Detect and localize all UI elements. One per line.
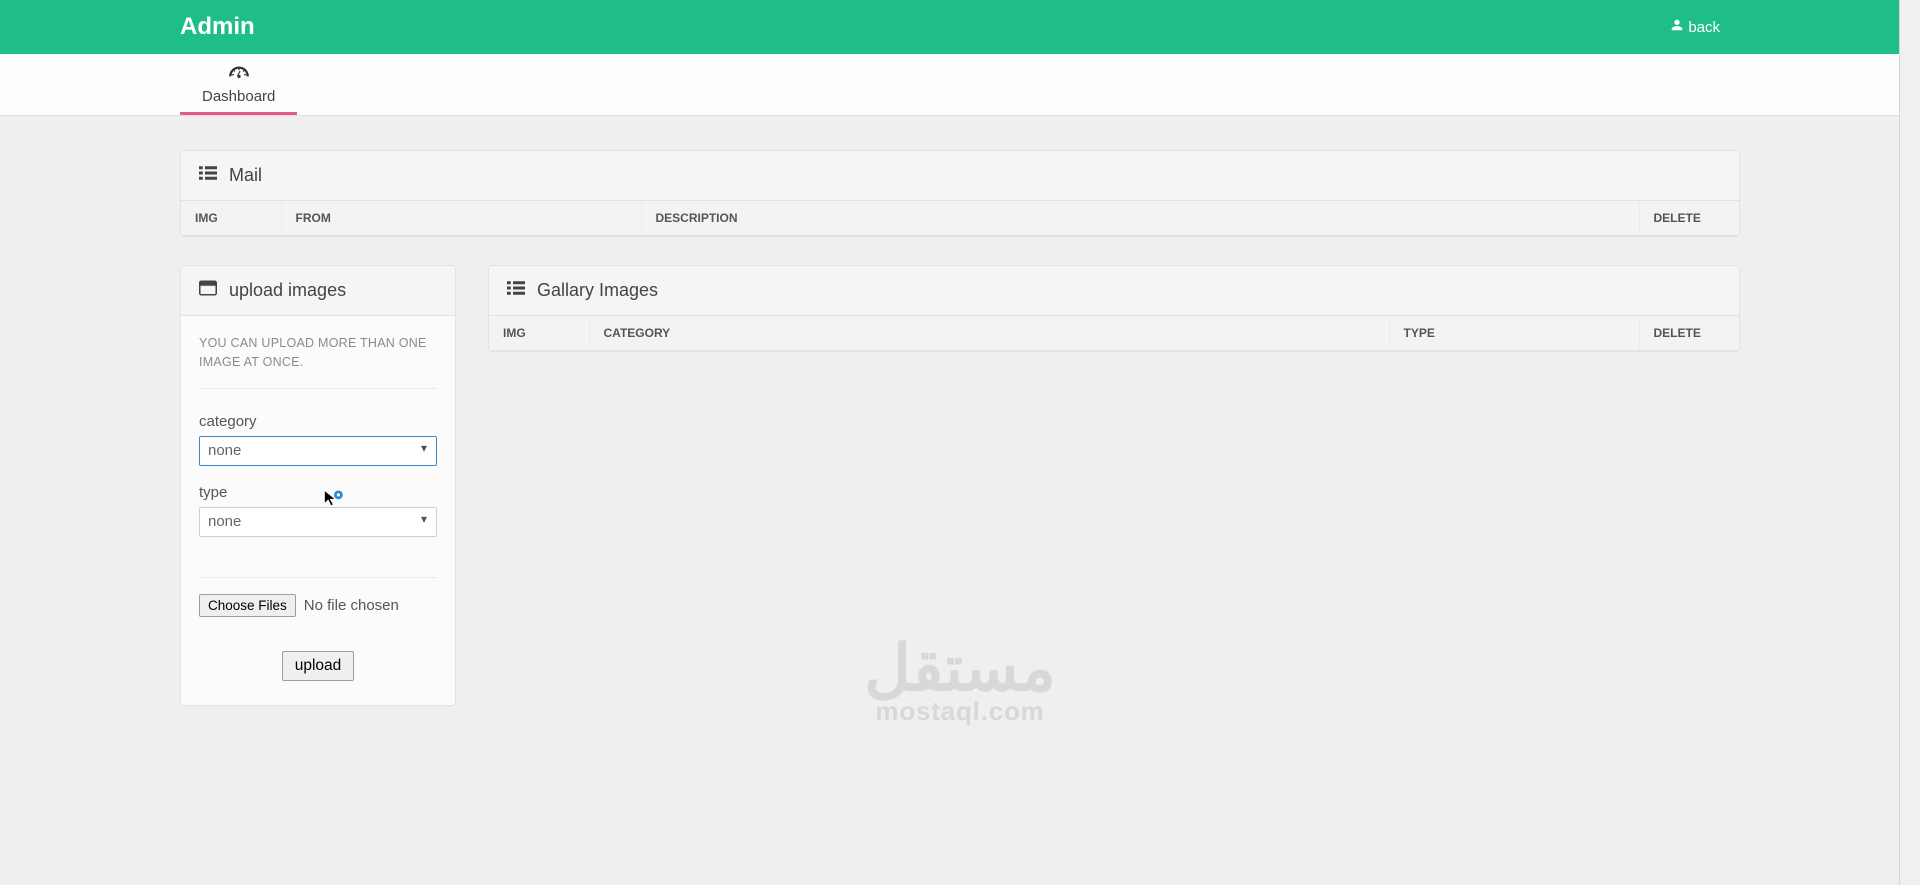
file-status-text: No file chosen bbox=[304, 597, 399, 614]
upload-panel: upload images YOU CAN UPLOAD MORE THAN O… bbox=[180, 265, 456, 706]
topbar: Admin back bbox=[0, 0, 1920, 54]
navbar: Dashboard bbox=[0, 54, 1920, 116]
type-label: type bbox=[199, 484, 437, 501]
gallery-panel-header: Gallary Images bbox=[489, 266, 1739, 316]
gallery-table: IMG CATEGORY TYPE DELETE bbox=[489, 316, 1739, 351]
upload-help-text: YOU CAN UPLOAD MORE THAN ONE IMAGE AT ON… bbox=[199, 334, 437, 389]
mail-table: IMG FROM DESCRIPTION DELETE bbox=[181, 201, 1739, 236]
gallery-col-type: TYPE bbox=[1389, 316, 1639, 351]
category-label: category bbox=[199, 413, 437, 430]
gallery-col-delete: DELETE bbox=[1639, 316, 1739, 351]
gallery-panel-title: Gallary Images bbox=[537, 280, 658, 301]
brand-title: Admin bbox=[180, 13, 255, 41]
card-icon bbox=[199, 280, 217, 301]
nav-dashboard[interactable]: Dashboard bbox=[180, 54, 297, 115]
gallery-col-img: IMG bbox=[489, 316, 589, 351]
mail-panel-header: Mail bbox=[181, 151, 1739, 201]
mail-col-delete: DELETE bbox=[1639, 201, 1739, 236]
dashboard-icon bbox=[228, 63, 250, 85]
upload-button[interactable]: upload bbox=[282, 651, 355, 681]
user-icon bbox=[1670, 18, 1684, 36]
mail-panel-title: Mail bbox=[229, 165, 262, 186]
list-icon bbox=[507, 280, 525, 301]
nav-dashboard-label: Dashboard bbox=[202, 88, 275, 105]
gallery-panel: Gallary Images IMG CATEGORY TYPE DELETE bbox=[488, 265, 1740, 352]
gallery-col-category: CATEGORY bbox=[589, 316, 1389, 351]
mail-panel: Mail IMG FROM DESCRIPTION DELETE bbox=[180, 150, 1740, 237]
list-icon bbox=[199, 165, 217, 186]
back-label: back bbox=[1688, 19, 1720, 36]
choose-files-button[interactable]: Choose Files bbox=[199, 594, 296, 617]
upload-panel-title: upload images bbox=[229, 280, 346, 301]
type-select[interactable]: none bbox=[199, 507, 437, 537]
mail-col-description: DESCRIPTION bbox=[641, 201, 1639, 236]
category-select[interactable]: none bbox=[199, 436, 437, 466]
mail-col-from: FROM bbox=[281, 201, 641, 236]
upload-panel-header: upload images bbox=[181, 266, 455, 316]
back-link[interactable]: back bbox=[1670, 18, 1720, 36]
mail-col-img: IMG bbox=[181, 201, 281, 236]
content-area: Mail IMG FROM DESCRIPTION DELETE bbox=[0, 116, 1920, 746]
